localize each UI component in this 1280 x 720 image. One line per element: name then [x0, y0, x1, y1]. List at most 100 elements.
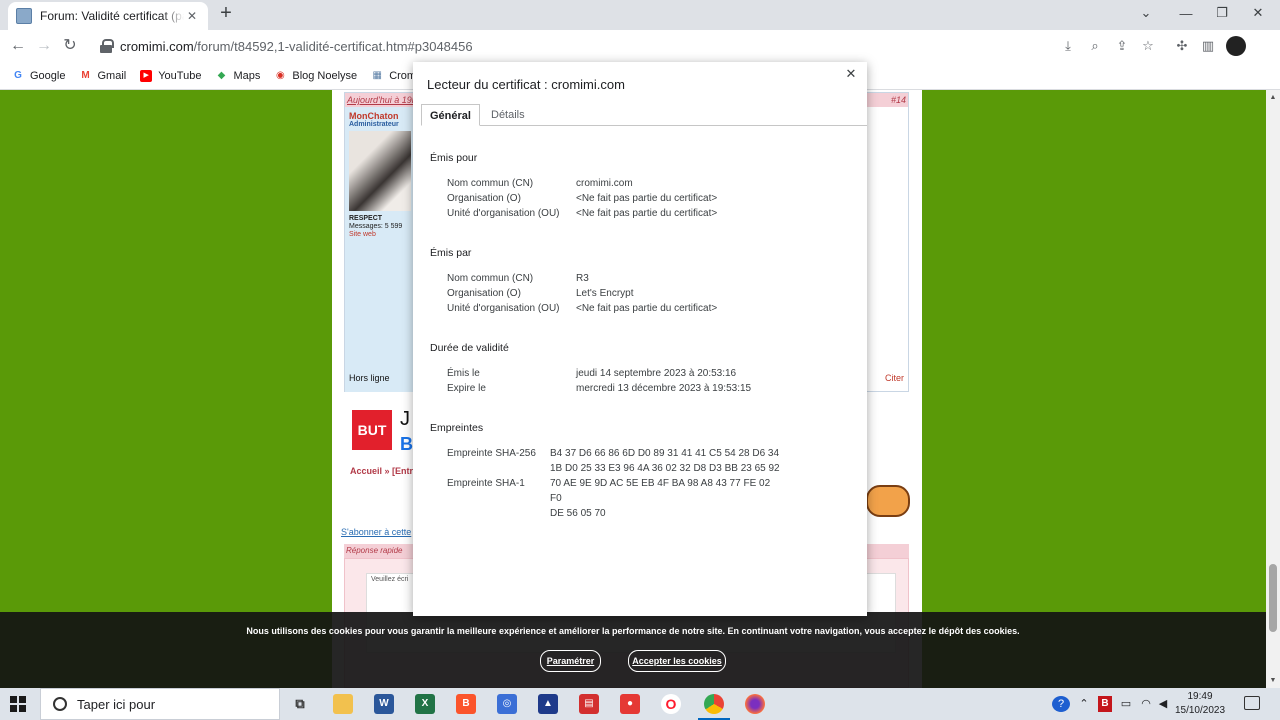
scrollbar-thumb[interactable] [1269, 564, 1277, 632]
app-icon-navy[interactable]: ▲ [538, 694, 558, 714]
bookmark-youtube[interactable]: ▶ YouTube [140, 69, 202, 82]
bookmark-star-icon[interactable]: ☆ [1140, 38, 1156, 54]
author-panel: MonChaton Administrateur RESPECT Message… [345, 107, 415, 392]
word-icon[interactable]: W [374, 694, 394, 714]
author-site-link[interactable]: Site web [349, 231, 411, 239]
bookmark-blog-noelyse[interactable]: ◉ Blog Noelyse [274, 70, 357, 82]
dialog-close-icon[interactable]: ✕ [843, 66, 859, 82]
cookie-settings-button[interactable]: Paramétrer [540, 650, 601, 672]
dialog-tabs: Général Détails [421, 104, 867, 126]
field-value: cromimi.com [576, 178, 633, 189]
taskbar-search-placeholder: Taper ici pour [77, 696, 156, 712]
tab-general[interactable]: Général [421, 104, 480, 126]
ad-text-2: B [400, 434, 413, 454]
firefox-icon[interactable] [745, 694, 765, 714]
field-label: Organisation (O) [447, 193, 521, 204]
brave-icon[interactable]: B [456, 694, 476, 714]
blog-icon: ◉ [275, 69, 285, 81]
fingerprint-line: 70 AE 9E 9D AC 5E EB 4F BA 98 A8 43 77 F… [550, 478, 771, 504]
author-avatar [349, 131, 411, 211]
volume-icon[interactable]: ◀ [1156, 696, 1170, 712]
battery-icon[interactable]: ▭ [1118, 696, 1134, 712]
taskbar-clock[interactable]: 19:49 15/10/2023 [1172, 690, 1228, 718]
scroll-down-icon[interactable]: ▼ [1266, 677, 1280, 684]
taskbar-search[interactable]: Taper ici pour [40, 688, 280, 720]
youtube-icon: ▶ [140, 69, 153, 82]
bookmark-label: Blog Noelyse [292, 69, 358, 82]
field-value: Let's Encrypt [576, 288, 634, 299]
wifi-icon[interactable]: ◠ [1138, 696, 1154, 712]
post-number[interactable]: #14 [891, 95, 906, 105]
author-name[interactable]: MonChaton [349, 111, 411, 121]
field-value: jeudi 14 septembre 2023 à 20:53:16 [576, 368, 737, 379]
install-app-icon[interactable]: ⤓ [1060, 38, 1076, 54]
extensions-icon[interactable]: ✣ [1174, 38, 1190, 54]
forward-arrow-icon[interactable]: → [34, 36, 54, 56]
advertisement[interactable]: BUT J B [342, 402, 414, 464]
bookmark-maps[interactable]: ◆ Maps [215, 70, 261, 82]
field-label: Nom commun (CN) [447, 273, 534, 284]
field-label: Unité d'organisation (OU) [447, 303, 560, 314]
browser-toolbar: ← → ↻ cromimi.com/forum/t84592,1-validit… [0, 30, 1280, 62]
fingerprint-sha1: 70 AE 9E 9D AC 5E EB 4F BA 98 A8 43 77 F… [550, 476, 780, 521]
task-view-icon[interactable]: ⧉ [290, 694, 310, 714]
bookmark-label: Google [30, 69, 66, 82]
bookmark-label: YouTube [158, 69, 202, 82]
hamster-mascot-image [866, 485, 910, 517]
bookmark-gmail[interactable]: M Gmail [79, 70, 126, 82]
author-meta: RESPECT Messages: 5 599 Site web [349, 215, 411, 239]
excel-icon[interactable]: X [415, 694, 435, 714]
fingerprint-line: 1B D0 25 33 E3 96 4A 36 02 32 D8 D3 BB 2… [550, 463, 780, 474]
zoom-icon[interactable]: ⌕ [1087, 38, 1103, 54]
url-path: /forum/t84592,1-validité-certificat.htm#… [193, 38, 473, 54]
windows-start-icon[interactable] [10, 696, 26, 712]
browser-tab[interactable]: Forum: Validité certificat (page 1 ✕ [8, 2, 208, 30]
reload-icon[interactable]: ↻ [60, 36, 80, 56]
ad-logo: BUT [352, 410, 392, 450]
back-arrow-icon[interactable]: ← [8, 36, 28, 56]
field-value: R3 [576, 273, 589, 284]
dialog-title: Lecteur du certificat : cromimi.com [427, 77, 625, 92]
author-rank: RESPECT [349, 215, 383, 222]
fingerprints-heading: Empreintes [430, 422, 484, 434]
side-panel-icon[interactable]: ▥ [1200, 38, 1216, 54]
field-label: Organisation (O) [447, 288, 521, 299]
google-icon: G [14, 69, 22, 81]
breadcrumb[interactable]: Accueil » [Entr [350, 466, 413, 476]
tab-details[interactable]: Détails [483, 104, 533, 126]
tab-search-icon[interactable]: ⌄ [1128, 0, 1164, 26]
profile-avatar[interactable] [1226, 36, 1246, 56]
show-hidden-icons[interactable]: ⌃ [1078, 696, 1090, 712]
bookmark-google[interactable]: G Google [12, 70, 65, 82]
new-tab-button[interactable]: + [216, 3, 236, 24]
file-explorer-icon[interactable] [333, 694, 353, 714]
online-status: Hors ligne [349, 373, 390, 383]
window-close-button[interactable]: ✕ [1240, 0, 1276, 26]
lock-icon[interactable] [100, 39, 114, 53]
field-label: Unité d'organisation (OU) [447, 208, 560, 219]
clock-time: 19:49 [1187, 691, 1213, 702]
field-value: <Ne fait pas partie du certificat> [576, 193, 718, 204]
maximize-button[interactable]: ❐ [1204, 0, 1240, 26]
opera-icon[interactable]: O [661, 694, 681, 714]
search-icon [53, 697, 67, 711]
url-domain: cromimi.com [120, 38, 194, 54]
subscribe-link[interactable]: S'abonner à cette [341, 527, 411, 537]
share-icon[interactable]: ⇪ [1114, 38, 1130, 54]
scroll-up-icon[interactable]: ▲ [1266, 94, 1280, 101]
windows-taskbar: Taper ici pour ⧉ W X B ◎ ▲ ▤ ● O ? ⌃ B ▭… [0, 688, 1280, 720]
help-icon[interactable]: ? [1052, 696, 1070, 712]
notifications-icon[interactable] [1244, 696, 1260, 710]
chrome-icon[interactable] [698, 694, 730, 720]
address-bar[interactable]: cromimi.com/forum/t84592,1-validité-cert… [90, 33, 1166, 59]
tab-close-icon[interactable]: ✕ [184, 9, 200, 23]
page-scrollbar[interactable]: ▲ ▼ [1266, 90, 1280, 688]
app-icon-red[interactable]: ▤ [579, 694, 599, 714]
tray-app-icon[interactable]: B [1098, 696, 1112, 712]
minimize-button[interactable]: — [1168, 0, 1204, 26]
issued-to-heading: Émis pour [430, 152, 478, 164]
quote-link[interactable]: Citer [885, 373, 904, 383]
cookie-accept-button[interactable]: Accepter les cookies [628, 650, 726, 672]
app-icon-blue[interactable]: ◎ [497, 694, 517, 714]
app-icon-rec[interactable]: ● [620, 694, 640, 714]
